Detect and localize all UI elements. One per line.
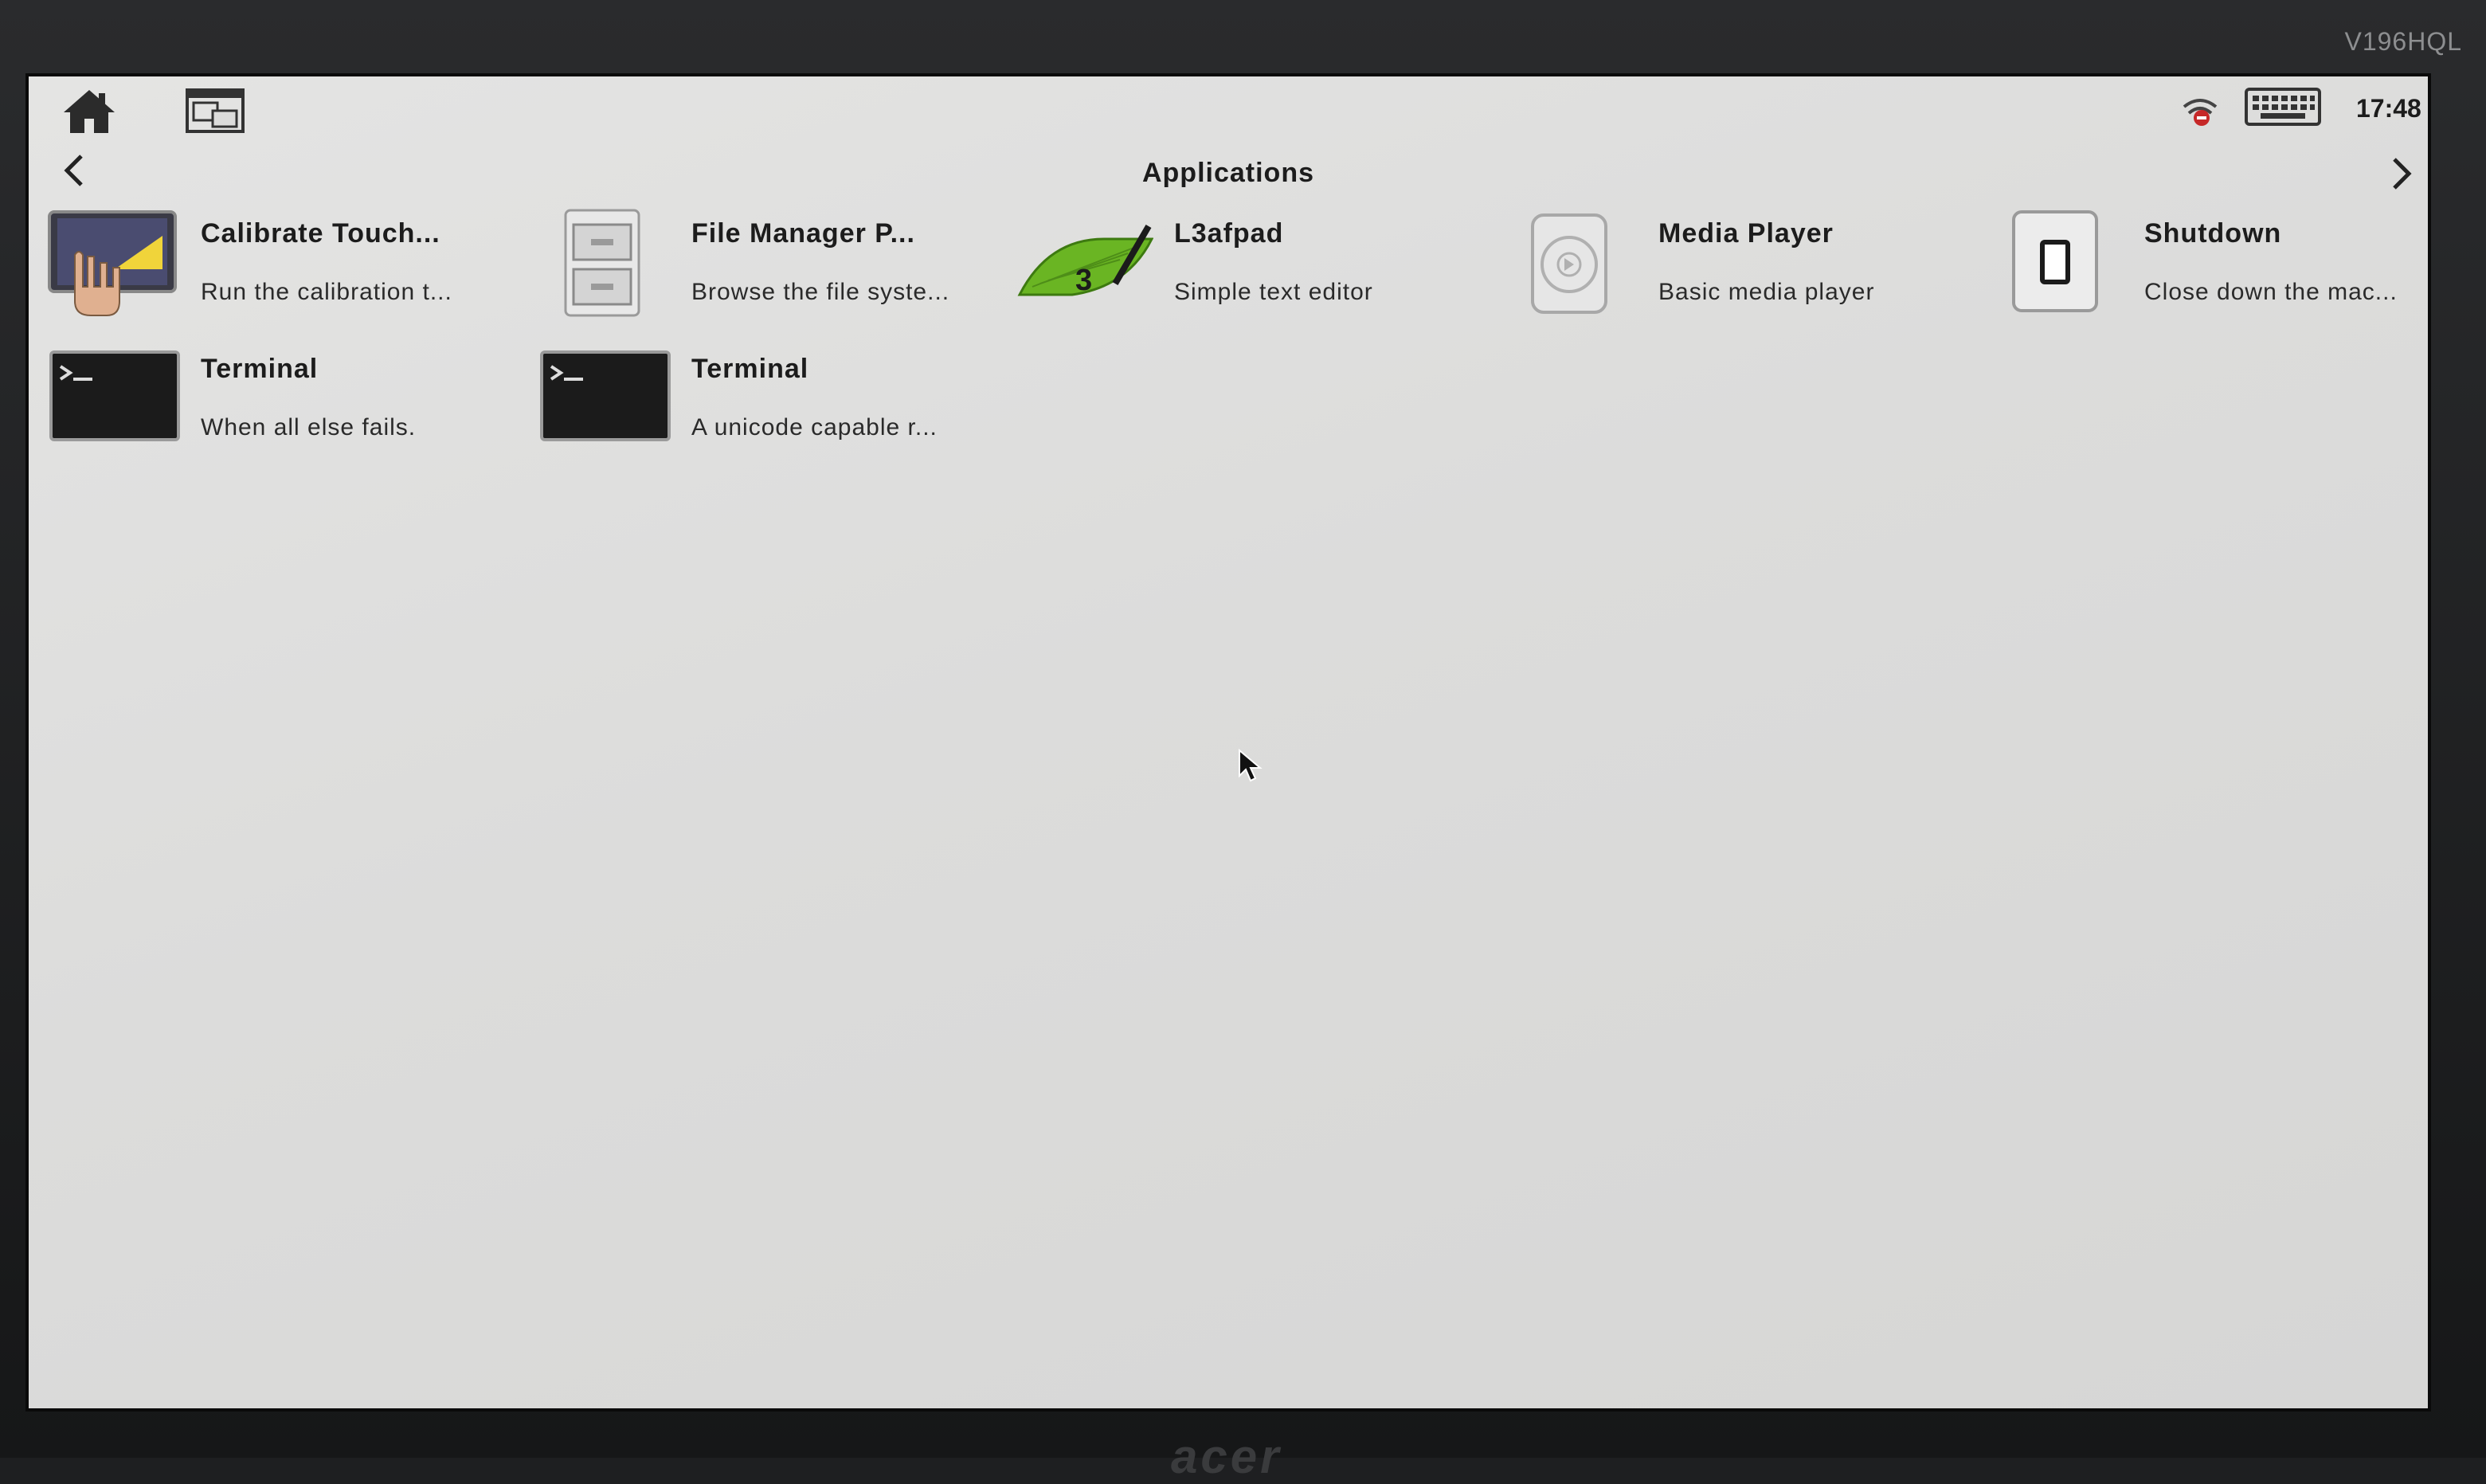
svg-text:3: 3 (1075, 264, 1092, 297)
app-name: Media Player (1658, 218, 1834, 249)
app-name: File Manager P... (691, 218, 915, 249)
l3afpad-icon: 3 (1017, 224, 1153, 297)
app-launcher-shutdown[interactable]: Shutdown Close down the mac... (1987, 207, 2428, 327)
app-name: Calibrate Touch... (201, 218, 440, 249)
keyboard-icon (2245, 88, 2321, 126)
window-switcher-button[interactable] (180, 83, 252, 139)
home-button[interactable] (57, 83, 121, 139)
app-launcher-terminal-unicode[interactable]: Terminal A unicode capable r... (534, 343, 1012, 462)
app-description: A unicode capable r... (691, 414, 938, 441)
app-description: When all else fails. (201, 414, 417, 441)
monitor-brand-logo: acer (1171, 1430, 1282, 1483)
shutdown-icon (2012, 210, 2098, 312)
file-cabinet-icon (564, 209, 640, 317)
app-description: Browse the file syste... (691, 279, 950, 305)
network-status-button[interactable] (2179, 94, 2221, 129)
terminal-icon (540, 350, 671, 441)
clock: 17:48 (2356, 94, 2421, 123)
network-status-icon (2183, 99, 2218, 126)
app-description: Run the calibration t... (201, 279, 452, 305)
mouse-cursor-icon (1239, 749, 1263, 782)
calibrate-touch-icon (48, 210, 177, 316)
app-launcher-calibrate-touch[interactable]: Calibrate Touch... Run the calibration t… (43, 207, 521, 327)
app-name: Terminal (201, 354, 319, 384)
terminal-icon (49, 350, 180, 441)
media-player-icon (1531, 213, 1607, 314)
window-switcher-icon (186, 88, 245, 133)
app-description: Close down the mac... (2144, 279, 2398, 305)
on-screen-keyboard-button[interactable] (2243, 84, 2323, 132)
app-launcher-l3afpad[interactable]: 3 L3afpad Simple text editor (1016, 207, 1494, 327)
desktop-screen: 17:48 Applications Calibrate Touch... Ru… (25, 73, 2431, 1412)
page-title: Applications (1141, 158, 1315, 188)
app-description: Basic media player (1658, 279, 1875, 305)
app-name: Shutdown (2144, 218, 2282, 249)
monitor-model-label: V196HQL (2344, 27, 2462, 56)
app-launcher-terminal[interactable]: Terminal When all else fails. (43, 343, 521, 462)
app-name: L3afpad (1174, 218, 1284, 249)
home-icon (64, 90, 115, 133)
app-name: Terminal (691, 354, 809, 384)
app-launcher-media-player[interactable]: Media Player Basic media player (1501, 207, 1979, 327)
app-launcher-file-manager[interactable]: File Manager P... Browse the file syste.… (534, 207, 1012, 327)
app-description: Simple text editor (1174, 279, 1373, 305)
